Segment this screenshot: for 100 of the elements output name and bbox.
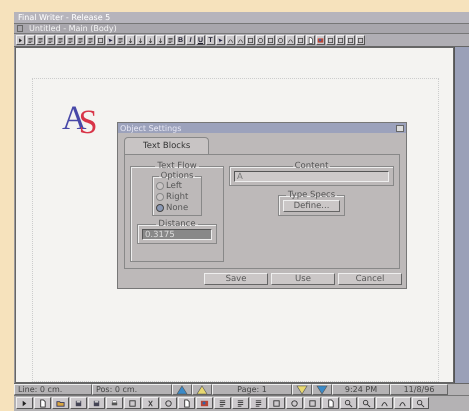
radio-button[interactable] xyxy=(156,182,164,190)
dialog-button[interactable]: Cancel xyxy=(338,273,402,285)
box-icon xyxy=(357,36,364,44)
group-title: Content xyxy=(294,161,330,171)
document-title: Untitled - Main (Body) xyxy=(29,24,117,33)
toolbar-button[interactable] xyxy=(256,35,265,45)
line-position: Line: 0 cm. xyxy=(14,384,92,395)
toolbar-button[interactable] xyxy=(296,35,305,45)
toolbar-button[interactable] xyxy=(70,397,87,409)
toolbar-button[interactable] xyxy=(276,35,285,45)
arrow-down-icon xyxy=(147,36,154,44)
toolbar-button[interactable] xyxy=(358,397,375,409)
date-text: 11/8/96 xyxy=(390,384,448,395)
toolbar-button[interactable] xyxy=(34,397,51,409)
group-title: Distance xyxy=(157,219,197,229)
toolbar-button[interactable] xyxy=(412,397,429,409)
ellipse-tool-icon xyxy=(257,36,264,44)
toolbar-button[interactable] xyxy=(76,35,85,45)
toolbar-button[interactable] xyxy=(196,397,213,409)
toolbar-button[interactable] xyxy=(96,35,105,45)
toolbar-button[interactable] xyxy=(156,35,165,45)
toolbar-button[interactable] xyxy=(26,35,35,45)
box-icon xyxy=(327,36,334,44)
toolbar-button[interactable] xyxy=(306,35,315,45)
dialog-title: Object Settings xyxy=(120,124,182,132)
tab[interactable]: Text Blocks xyxy=(124,137,210,154)
toolbar-button[interactable] xyxy=(56,35,65,45)
toolbar-button[interactable] xyxy=(340,397,357,409)
depth-gadget-icon[interactable] xyxy=(396,124,404,132)
toolbar-button[interactable] xyxy=(246,35,255,45)
clock-time: 9:24 PM xyxy=(332,384,390,395)
align-icon xyxy=(37,36,44,44)
toolbar-button[interactable] xyxy=(160,397,177,409)
toolbar-button[interactable] xyxy=(88,397,105,409)
radio-button[interactable] xyxy=(156,204,164,212)
toolbar-button[interactable] xyxy=(394,397,411,409)
scrollbar[interactable] xyxy=(454,47,469,383)
curve-tool-icon xyxy=(237,36,244,44)
toolbar-button[interactable] xyxy=(250,397,267,409)
zoom-icon xyxy=(362,398,371,408)
toolbar-button[interactable] xyxy=(286,35,295,45)
toolbar-button[interactable] xyxy=(214,397,231,409)
justify-icon xyxy=(77,36,84,44)
toolbar-button[interactable] xyxy=(268,397,285,409)
search-icon xyxy=(416,398,425,408)
toolbar-button[interactable] xyxy=(142,397,159,409)
justify-icon xyxy=(67,36,74,44)
radio-button[interactable] xyxy=(156,193,164,201)
toolbar-button[interactable] xyxy=(126,35,135,45)
toolbar-button[interactable] xyxy=(216,35,225,45)
align-icon xyxy=(57,36,64,44)
picture-icon xyxy=(317,36,324,44)
toolbar-button[interactable] xyxy=(286,397,303,409)
toolbar-button[interactable] xyxy=(52,397,69,409)
toolbar-button[interactable] xyxy=(124,397,141,409)
justify-icon xyxy=(87,36,94,44)
align-icon xyxy=(47,36,54,44)
box-icon xyxy=(297,36,304,44)
dialog-button[interactable]: Save xyxy=(204,273,268,285)
distance-field[interactable]: 0.3175 xyxy=(142,229,212,240)
toolbar-button[interactable] xyxy=(66,35,75,45)
box-icon xyxy=(308,398,317,408)
printer-icon xyxy=(110,398,119,408)
toolbar-button[interactable] xyxy=(86,35,95,45)
toolbar-button[interactable] xyxy=(116,35,125,45)
window-title: Final Writer - Release 5 xyxy=(18,13,110,22)
toolbar-button[interactable] xyxy=(266,35,275,45)
toolbar-button[interactable] xyxy=(146,35,155,45)
toolbar-button[interactable] xyxy=(316,35,325,45)
toolbar-button[interactable] xyxy=(376,397,393,409)
arrow-down-icon xyxy=(127,36,134,44)
toolbar-button[interactable] xyxy=(36,35,45,45)
toolbar-button[interactable] xyxy=(106,35,115,45)
toolbar-button[interactable] xyxy=(16,35,25,45)
toolbar-button[interactable] xyxy=(322,397,339,409)
curve-icon xyxy=(287,36,294,44)
toolbar-button[interactable] xyxy=(166,35,175,45)
play-icon xyxy=(17,36,24,44)
dialog-button[interactable]: Use xyxy=(271,273,335,285)
toolbar-button[interactable] xyxy=(178,397,195,409)
pointer-icon xyxy=(217,36,224,44)
arrow-down-icon xyxy=(137,36,144,44)
pointer-icon xyxy=(107,36,114,44)
toolbar-button[interactable] xyxy=(226,35,235,45)
radio-label: None xyxy=(166,203,188,213)
toolbar-button[interactable] xyxy=(136,35,145,45)
column-position: Pos: 0 cm. xyxy=(92,384,172,395)
list-icon xyxy=(236,398,245,408)
define-button[interactable]: Define... xyxy=(282,200,340,212)
toolbar-button[interactable] xyxy=(304,397,321,409)
toolbar-button[interactable] xyxy=(16,397,33,409)
toolbar-button[interactable] xyxy=(236,35,245,45)
box-icon xyxy=(128,398,137,408)
page-icon xyxy=(38,398,47,408)
toolbar-button[interactable] xyxy=(46,35,55,45)
box-icon xyxy=(267,36,274,44)
toolbar-button[interactable] xyxy=(106,397,123,409)
toolbar-button[interactable] xyxy=(232,397,249,409)
content-field[interactable]: A xyxy=(234,171,389,182)
page-number: Page: 1 xyxy=(212,384,292,395)
